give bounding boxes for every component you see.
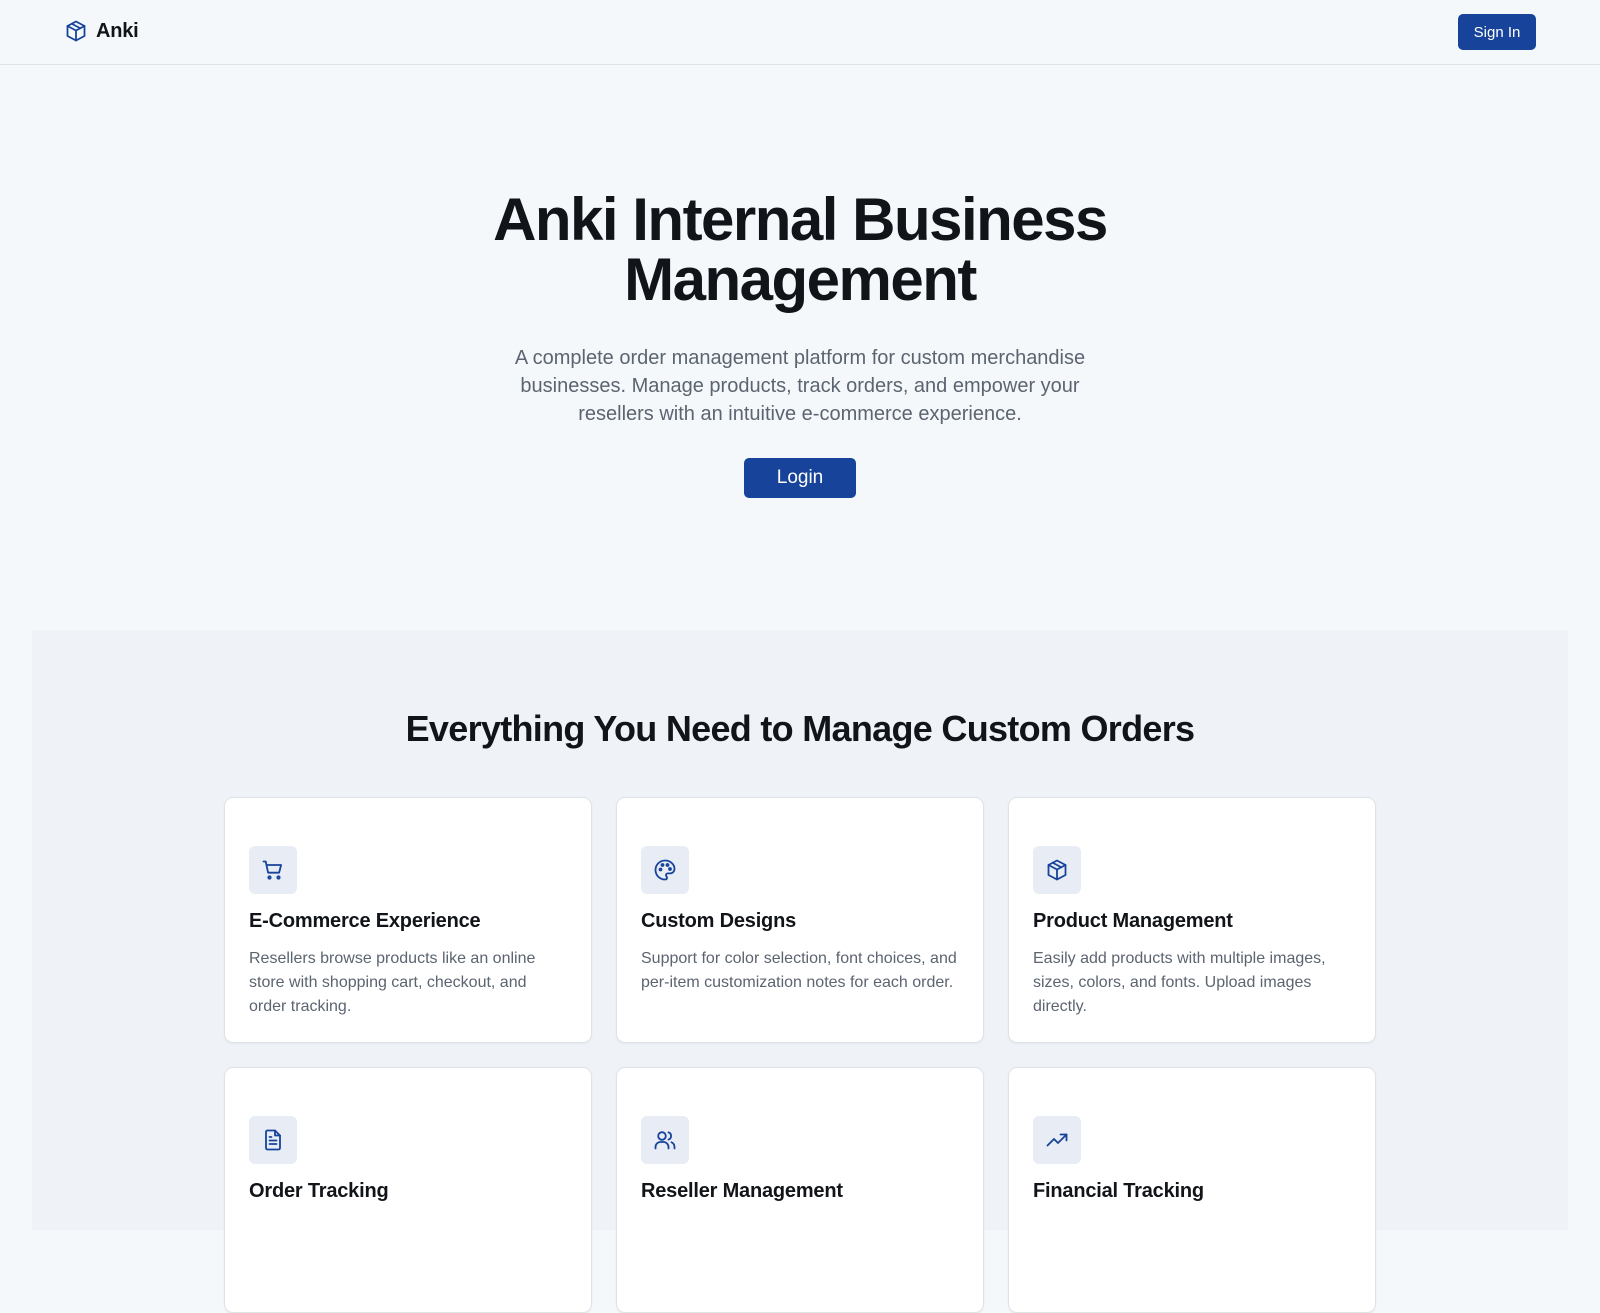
trending-up-icon bbox=[1046, 1133, 1068, 1147]
feature-description: Resellers browse products like an online… bbox=[249, 950, 536, 1015]
feature-card-product-management: Product Management Easily add products w… bbox=[1008, 797, 1376, 1043]
feature-card-financial-tracking: Financial Tracking bbox=[1008, 1067, 1376, 1313]
features-title: Everything You Need to Manage Custom Ord… bbox=[405, 708, 1195, 749]
feature-title: Product Management bbox=[1033, 910, 1233, 932]
feature-icon-tile bbox=[641, 1116, 689, 1164]
feature-description: Support for color selection, font choice… bbox=[641, 950, 957, 991]
feature-icon-tile bbox=[249, 846, 297, 894]
feature-description: Easily add products with multiple images… bbox=[1033, 950, 1326, 1015]
login-button[interactable]: Login bbox=[744, 458, 856, 498]
feature-card-ecommerce: E-Commerce Experience Resellers browse p… bbox=[224, 797, 592, 1043]
top-navigation-bar: Anki Sign In bbox=[0, 0, 1600, 65]
hero-subtitle: A complete order management platform for… bbox=[514, 347, 1086, 425]
feature-icon-tile bbox=[641, 846, 689, 894]
feature-icon-tile bbox=[249, 1116, 297, 1164]
package-icon bbox=[1047, 859, 1067, 881]
shopping-cart-icon bbox=[262, 860, 282, 880]
palette-icon bbox=[654, 859, 676, 881]
file-text-icon bbox=[265, 1129, 281, 1151]
package-icon bbox=[66, 20, 86, 42]
feature-card-custom-designs: Custom Designs Support for color selecti… bbox=[616, 797, 984, 1043]
features-grid: E-Commerce Experience Resellers browse p… bbox=[224, 797, 1376, 1313]
hero-section: Anki Internal Business Management A comp… bbox=[0, 190, 1600, 498]
feature-icon-tile bbox=[1033, 1116, 1081, 1164]
brand-name: Anki bbox=[96, 19, 139, 42]
sign-in-button[interactable]: Sign In bbox=[1458, 14, 1536, 50]
feature-title: E-Commerce Experience bbox=[249, 910, 481, 932]
feature-title: Custom Designs bbox=[641, 910, 797, 932]
feature-card-order-tracking: Order Tracking bbox=[224, 1067, 592, 1313]
features-section: Everything You Need to Manage Custom Ord… bbox=[32, 630, 1568, 1313]
brand-logo-link[interactable]: Anki bbox=[64, 19, 139, 43]
feature-card-reseller-management: Reseller Management bbox=[616, 1067, 984, 1313]
hero-title: Anki Internal Business Management bbox=[493, 186, 1108, 313]
users-icon bbox=[654, 1131, 676, 1150]
feature-icon-tile bbox=[1033, 846, 1081, 894]
